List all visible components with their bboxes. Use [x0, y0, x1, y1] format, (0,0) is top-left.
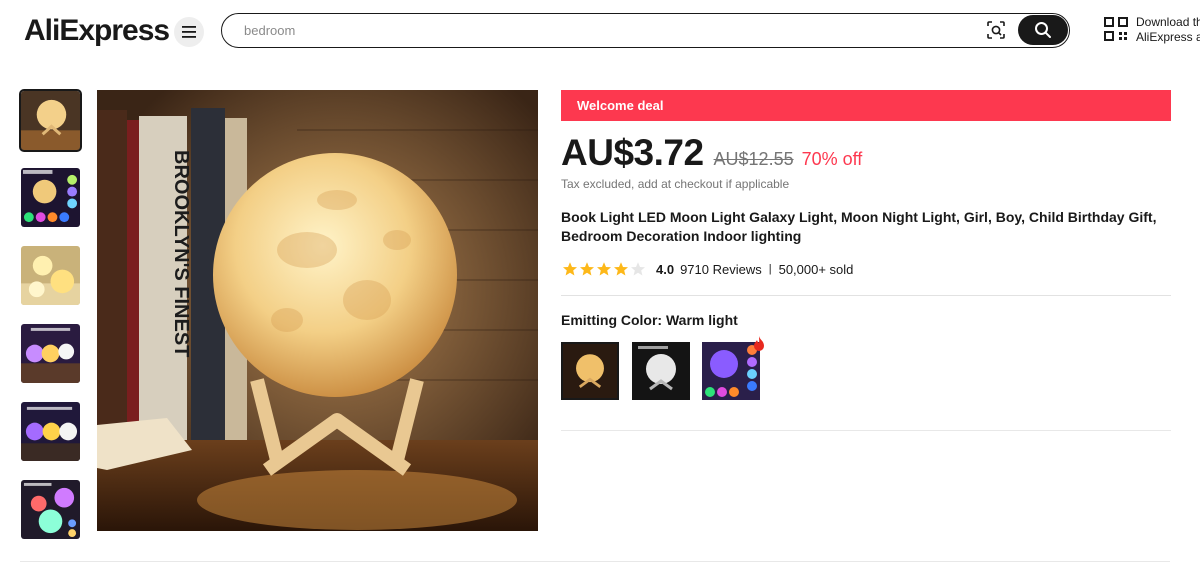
- tax-note: Tax excluded, add at checkout if applica…: [561, 177, 790, 191]
- divider: [20, 561, 1170, 562]
- rating-value: 4.0: [656, 261, 675, 277]
- sixteen-colors-thumbnail: [21, 402, 80, 461]
- discount-percent: 70% off: [801, 149, 863, 169]
- thumbnail-2[interactable]: [21, 168, 80, 227]
- original-price: AU$12.55: [713, 149, 794, 169]
- download-app-link[interactable]: Download th AliExpress a: [1136, 15, 1200, 45]
- thumbnail-1[interactable]: [19, 89, 82, 152]
- color-option-label: Emitting Color: Warm light: [561, 312, 738, 328]
- current-price: AU$3.72: [561, 132, 704, 173]
- menu-icon: [182, 26, 196, 38]
- product-title: Book Light LED Moon Light Galaxy Light, …: [561, 209, 1157, 244]
- top-header: AliExpress Download th AliExpress: [0, 0, 1200, 64]
- moon-lamp-photo: BROOKLYN'S FINEST: [97, 90, 538, 531]
- welcome-deal-banner: Welcome deal: [561, 90, 1171, 121]
- main-product-image[interactable]: BROOKLYN'S FINEST: [97, 90, 538, 531]
- divider: [561, 430, 1171, 431]
- warm-moon-swatch-image: [563, 344, 617, 398]
- search-bar: [221, 13, 1070, 48]
- moon-night-light-thumbnail: [21, 480, 80, 539]
- qr-code-icon[interactable]: [1104, 17, 1128, 41]
- book-spine-text: BROOKLYN'S FINEST: [170, 150, 192, 357]
- star-icon: [580, 262, 594, 276]
- price-row: AU$3.72 AU$12.55 70% off: [561, 132, 862, 176]
- thumbnail-6[interactable]: [21, 480, 80, 539]
- flame-icon: [754, 336, 764, 351]
- moon-lamp-thumbnail: [21, 91, 80, 150]
- star-icon: [631, 262, 645, 276]
- thumbnail-3[interactable]: [21, 246, 80, 305]
- swatch-white-light[interactable]: [632, 342, 690, 400]
- menu-button[interactable]: [174, 17, 204, 47]
- star-icon: [563, 262, 577, 276]
- search-button[interactable]: [1018, 15, 1068, 45]
- divider: [561, 295, 1171, 296]
- search-icon: [1035, 22, 1051, 38]
- separator: |: [768, 263, 772, 275]
- swatch-warm-light[interactable]: [561, 342, 619, 400]
- night-light-thumbnail: [21, 168, 80, 227]
- thumbnail-5[interactable]: [21, 402, 80, 461]
- thumbnail-4[interactable]: [21, 324, 80, 383]
- star-icon: [614, 262, 628, 276]
- image-search-button[interactable]: [985, 19, 1007, 41]
- download-line-1: Download th: [1136, 15, 1200, 29]
- three-modes-thumbnail: [21, 324, 80, 383]
- search-input[interactable]: [244, 14, 984, 46]
- download-line-2: AliExpress a: [1136, 30, 1200, 44]
- aliexpress-logo[interactable]: AliExpress: [24, 14, 170, 48]
- twin-moons-thumbnail: [21, 246, 80, 305]
- white-moon-swatch-image: [632, 342, 690, 400]
- star-rating: [562, 261, 646, 277]
- image-search-icon: [987, 21, 1005, 39]
- rating-row: 4.0 9710 Reviews | 50,000+ sold: [562, 260, 853, 278]
- reviews-link[interactable]: 9710 Reviews: [680, 262, 762, 277]
- star-icon: [597, 262, 611, 276]
- sold-count: 50,000+ sold: [778, 261, 854, 277]
